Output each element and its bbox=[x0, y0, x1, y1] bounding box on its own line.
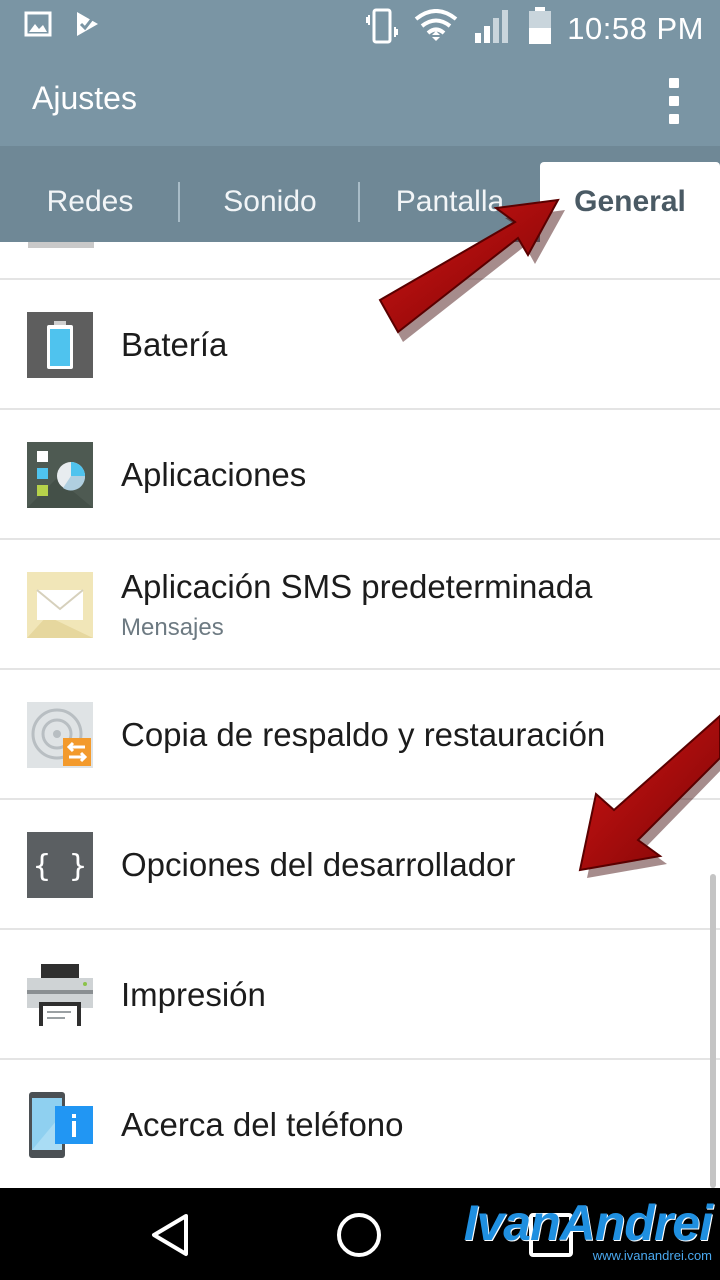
list-item-label: Copia de respaldo y restauración bbox=[121, 716, 606, 753]
notification-check-icon bbox=[74, 10, 100, 43]
list-item-backup[interactable]: Copia de respaldo y restauración bbox=[0, 670, 720, 800]
about-phone-icon bbox=[27, 1092, 93, 1158]
list-item-aplicaciones[interactable]: Aplicaciones bbox=[0, 410, 720, 540]
apps-setting-icon bbox=[27, 442, 93, 508]
backup-setting-icon bbox=[27, 702, 93, 768]
battery-icon bbox=[527, 6, 553, 51]
tab-bar: Redes Sonido Pantalla General bbox=[0, 146, 720, 242]
developer-options-icon: { } bbox=[27, 832, 93, 898]
vibrate-icon bbox=[365, 7, 399, 50]
home-icon[interactable] bbox=[334, 1210, 384, 1260]
watermark-logo: IvanAndrei www.ivanandrei.com bbox=[463, 1194, 713, 1263]
status-bar: 10:58 PM bbox=[0, 0, 720, 50]
settings-list[interactable]: Batería Aplicaciones Aplicación SMS pred… bbox=[0, 242, 720, 1188]
list-item-sms[interactable]: Aplicación SMS predeterminada Mensajes bbox=[0, 540, 720, 670]
signal-icon bbox=[473, 7, 513, 50]
scrollbar[interactable] bbox=[710, 874, 716, 1188]
gallery-icon bbox=[24, 11, 52, 42]
list-item-partial[interactable] bbox=[0, 242, 720, 280]
svg-text:{ }: { } bbox=[33, 849, 87, 884]
tab-general[interactable]: General bbox=[540, 162, 720, 242]
sms-setting-icon bbox=[27, 572, 93, 638]
list-item-label: Aplicaciones bbox=[121, 456, 307, 493]
list-item-developer-options[interactable]: { } Opciones del desarrollador bbox=[0, 800, 720, 930]
tab-sonido[interactable]: Sonido bbox=[180, 162, 360, 242]
watermark-text: IvanAndrei bbox=[463, 1195, 713, 1251]
status-time: 10:58 PM bbox=[567, 10, 704, 46]
page-title: Ajustes bbox=[32, 80, 137, 116]
wifi-icon bbox=[413, 9, 459, 48]
navigation-bar: IvanAndrei www.ivanandrei.com bbox=[0, 1188, 720, 1280]
list-item-label: Aplicación SMS predeterminada bbox=[121, 568, 593, 605]
list-item-label: Impresión bbox=[121, 976, 266, 1013]
tab-pantalla[interactable]: Pantalla bbox=[360, 162, 540, 242]
list-item-impresion[interactable]: Impresión bbox=[0, 930, 720, 1060]
more-vert-icon[interactable] bbox=[666, 78, 682, 124]
list-item-label: Acerca del teléfono bbox=[121, 1106, 404, 1143]
list-item-sublabel: Mensajes bbox=[121, 614, 224, 641]
list-item-about-phone[interactable]: Acerca del teléfono bbox=[0, 1060, 720, 1188]
battery-setting-icon bbox=[27, 312, 93, 378]
printer-icon bbox=[27, 962, 93, 1028]
list-item-label: Opciones del desarrollador bbox=[121, 846, 516, 883]
back-icon[interactable] bbox=[146, 1210, 196, 1260]
list-item-label: Batería bbox=[121, 326, 228, 363]
action-bar: Ajustes bbox=[0, 50, 720, 146]
list-item-bateria[interactable]: Batería bbox=[0, 280, 720, 410]
tab-redes[interactable]: Redes bbox=[0, 162, 180, 242]
